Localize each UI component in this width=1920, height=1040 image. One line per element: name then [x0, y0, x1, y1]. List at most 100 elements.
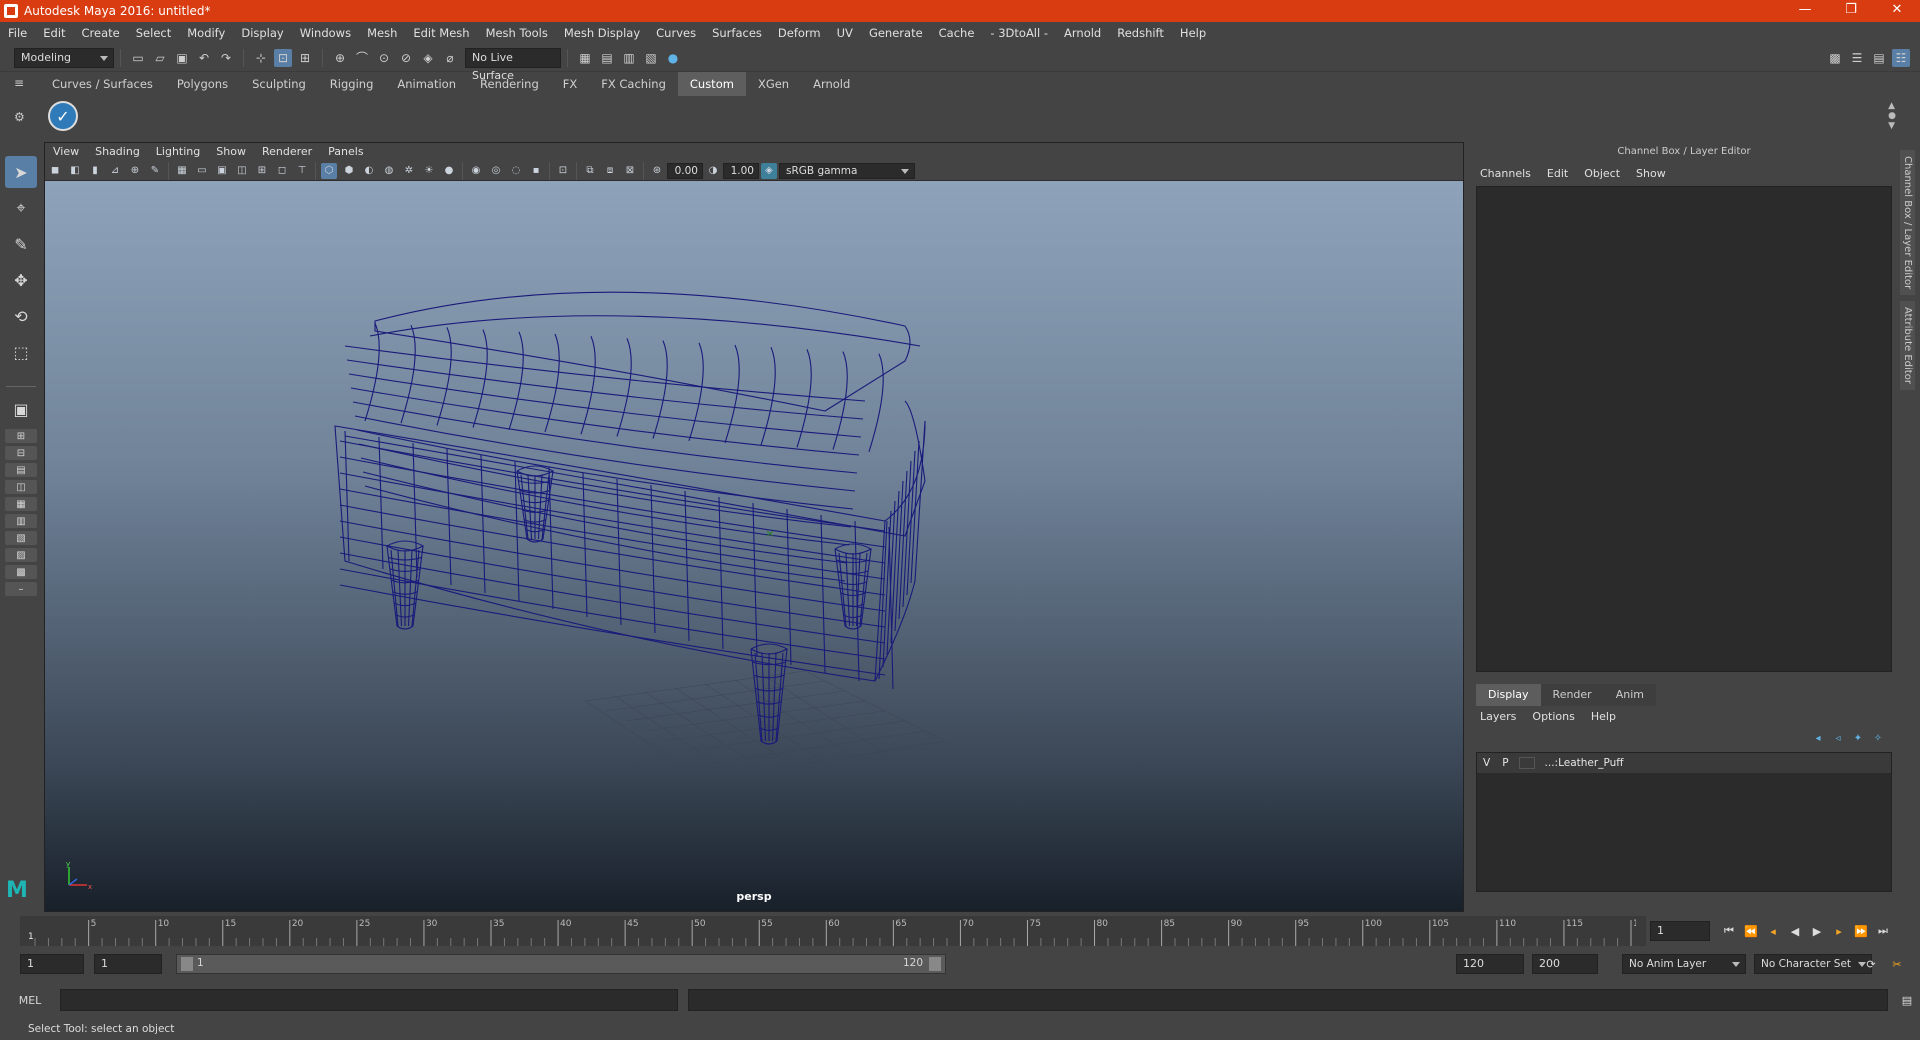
menu-uv[interactable]: UV: [829, 22, 861, 44]
toggle-tool-settings-icon[interactable]: ▤: [1870, 49, 1888, 67]
gamma-icon[interactable]: ◑: [705, 163, 721, 179]
film-gate-icon[interactable]: ▭: [194, 163, 210, 179]
view-transform-dropdown[interactable]: sRGB gamma: [779, 162, 915, 179]
paint-select-tool-icon[interactable]: ✎: [5, 228, 37, 260]
select-tool-icon[interactable]: ➤: [5, 156, 37, 188]
tab-polygons[interactable]: Polygons: [165, 72, 240, 96]
current-frame-field[interactable]: 1: [1650, 921, 1710, 941]
script-editor-icon[interactable]: ▤: [1898, 991, 1916, 1009]
step-back-key-icon[interactable]: ⏪: [1742, 922, 1760, 940]
snap-grid-icon[interactable]: ⊕: [331, 49, 349, 67]
vp-menu-panels[interactable]: Panels: [320, 143, 371, 161]
menu-set-dropdown[interactable]: Modeling: [14, 47, 114, 68]
vp-menu-show[interactable]: Show: [208, 143, 254, 161]
tab-arnold[interactable]: Arnold: [801, 72, 862, 96]
move-layer-down-icon[interactable]: ◃: [1830, 730, 1846, 746]
range-handle-right[interactable]: [929, 957, 941, 971]
menu-edit-mesh[interactable]: Edit Mesh: [405, 22, 477, 44]
ipr-render-icon[interactable]: ▥: [620, 49, 638, 67]
auto-key-icon[interactable]: ⟳: [1862, 955, 1880, 973]
select-hierarchy-icon[interactable]: ⊹: [252, 49, 270, 67]
menu-arnold[interactable]: Arnold: [1056, 22, 1109, 44]
step-back-frame-icon[interactable]: ◂: [1764, 922, 1782, 940]
tab-render[interactable]: Render: [1540, 684, 1604, 706]
textured-icon[interactable]: ◍: [381, 163, 397, 179]
layer-playback-toggle[interactable]: P: [1502, 757, 1508, 769]
graph-layout-icon[interactable]: ◫: [5, 480, 37, 494]
step-forward-key-icon[interactable]: ⏩: [1852, 922, 1870, 940]
exposure-icon[interactable]: ⊛: [649, 163, 665, 179]
step-forward-frame-icon[interactable]: ▸: [1830, 922, 1848, 940]
ambient-occlusion-icon[interactable]: ●: [441, 163, 457, 179]
menu-3dtoall[interactable]: - 3DtoAll -: [982, 22, 1056, 44]
shelf-menu-icon[interactable]: ≡: [14, 76, 34, 90]
hypershade-icon[interactable]: ●: [664, 49, 682, 67]
move-layer-up-icon[interactable]: ◂: [1810, 730, 1826, 746]
shelf-checkmark-button[interactable]: ✓: [48, 101, 78, 131]
menu-select[interactable]: Select: [128, 22, 179, 44]
go-to-start-icon[interactable]: ⏮: [1720, 922, 1738, 940]
uv-layout-icon[interactable]: ▥: [5, 514, 37, 528]
xray-components-icon[interactable]: ⧈: [602, 163, 618, 179]
character-set-dropdown[interactable]: No Character Set: [1754, 954, 1872, 974]
scale-tool-icon[interactable]: ⬚: [5, 336, 37, 368]
end-time-field[interactable]: 200: [1532, 954, 1598, 974]
shelf-settings-icon[interactable]: ⚙: [14, 110, 34, 124]
tab-sculpting[interactable]: Sculpting: [240, 72, 318, 96]
render-layout-icon[interactable]: ▧: [5, 531, 37, 545]
bookmark-icon[interactable]: ▮: [87, 163, 103, 179]
3d-viewport[interactable]: x y persp: [45, 181, 1463, 911]
command-language-label[interactable]: MEL: [0, 994, 60, 1007]
select-component-icon[interactable]: ⊞: [296, 49, 314, 67]
resolution-gate-icon[interactable]: ▣: [214, 163, 230, 179]
live-surface-field[interactable]: No Live Surface: [465, 47, 561, 82]
tab-display[interactable]: Display: [1476, 684, 1541, 706]
menu-create[interactable]: Create: [74, 22, 128, 44]
vp-menu-shading[interactable]: Shading: [87, 143, 148, 161]
render-view-icon[interactable]: ▦: [576, 49, 594, 67]
depth-of-field-icon[interactable]: ◌: [508, 163, 524, 179]
xray-icon[interactable]: ⊡: [555, 163, 571, 179]
snap-live-icon[interactable]: ⌀: [441, 49, 459, 67]
menu-help[interactable]: Help: [1172, 22, 1214, 44]
cb-menu-channels[interactable]: Channels: [1472, 162, 1539, 186]
hypershade-layout-icon[interactable]: ▦: [5, 497, 37, 511]
cb-menu-edit[interactable]: Edit: [1539, 162, 1576, 186]
menu-modify[interactable]: Modify: [179, 22, 233, 44]
tab-curves-surfaces[interactable]: Curves / Surfaces: [40, 72, 165, 96]
tab-anim[interactable]: Anim: [1603, 684, 1656, 706]
exposure-field[interactable]: 0.00: [667, 162, 703, 179]
vp-menu-view[interactable]: View: [45, 143, 87, 161]
side-tab-channel-box[interactable]: Channel Box / Layer Editor: [1900, 150, 1915, 296]
snap-curve-icon[interactable]: ⌒: [353, 49, 371, 67]
start-time-field[interactable]: 1: [20, 954, 84, 974]
cb-menu-object[interactable]: Object: [1576, 162, 1628, 186]
range-handle-left[interactable]: [181, 957, 193, 971]
select-object-icon[interactable]: ⊡: [274, 48, 292, 67]
new-scene-icon[interactable]: ▭: [129, 49, 147, 67]
tab-custom[interactable]: Custom: [677, 72, 746, 96]
menu-generate[interactable]: Generate: [861, 22, 931, 44]
outliner-layout-icon[interactable]: ▤: [5, 463, 37, 477]
go-to-end-icon[interactable]: ⏭: [1874, 922, 1892, 940]
safe-title-icon[interactable]: ⊤: [294, 163, 310, 179]
layer-menu-options[interactable]: Options: [1524, 706, 1582, 728]
menu-file[interactable]: File: [0, 22, 35, 44]
toggle-attribute-editor-icon[interactable]: ☰: [1848, 49, 1866, 67]
play-forwards-icon[interactable]: ▶: [1808, 922, 1826, 940]
rotate-tool-icon[interactable]: ⟲: [5, 300, 37, 332]
render-settings-icon[interactable]: ▧: [642, 49, 660, 67]
menu-display[interactable]: Display: [233, 22, 291, 44]
shadows-icon[interactable]: ☀: [421, 163, 437, 179]
grid-icon[interactable]: ▦: [174, 163, 190, 179]
2d-pan-zoom-icon[interactable]: ⊕: [127, 163, 143, 179]
toggle-channel-box-icon[interactable]: ☷: [1892, 48, 1910, 67]
color-management-icon[interactable]: ◈: [761, 162, 777, 179]
grease-pencil-icon[interactable]: ✎: [147, 163, 163, 179]
field-chart-icon[interactable]: ⊞: [254, 163, 270, 179]
cb-menu-show[interactable]: Show: [1628, 162, 1674, 186]
time-slider[interactable]: 5 10 15 20 25 30 35 40 45 50 55 60 65 70 75 80 85 90 95 100…: [20, 916, 1646, 946]
new-layer-icon[interactable]: ✦: [1850, 730, 1866, 746]
tab-xgen[interactable]: XGen: [746, 72, 801, 96]
camera-select-icon[interactable]: ◼: [47, 163, 63, 179]
